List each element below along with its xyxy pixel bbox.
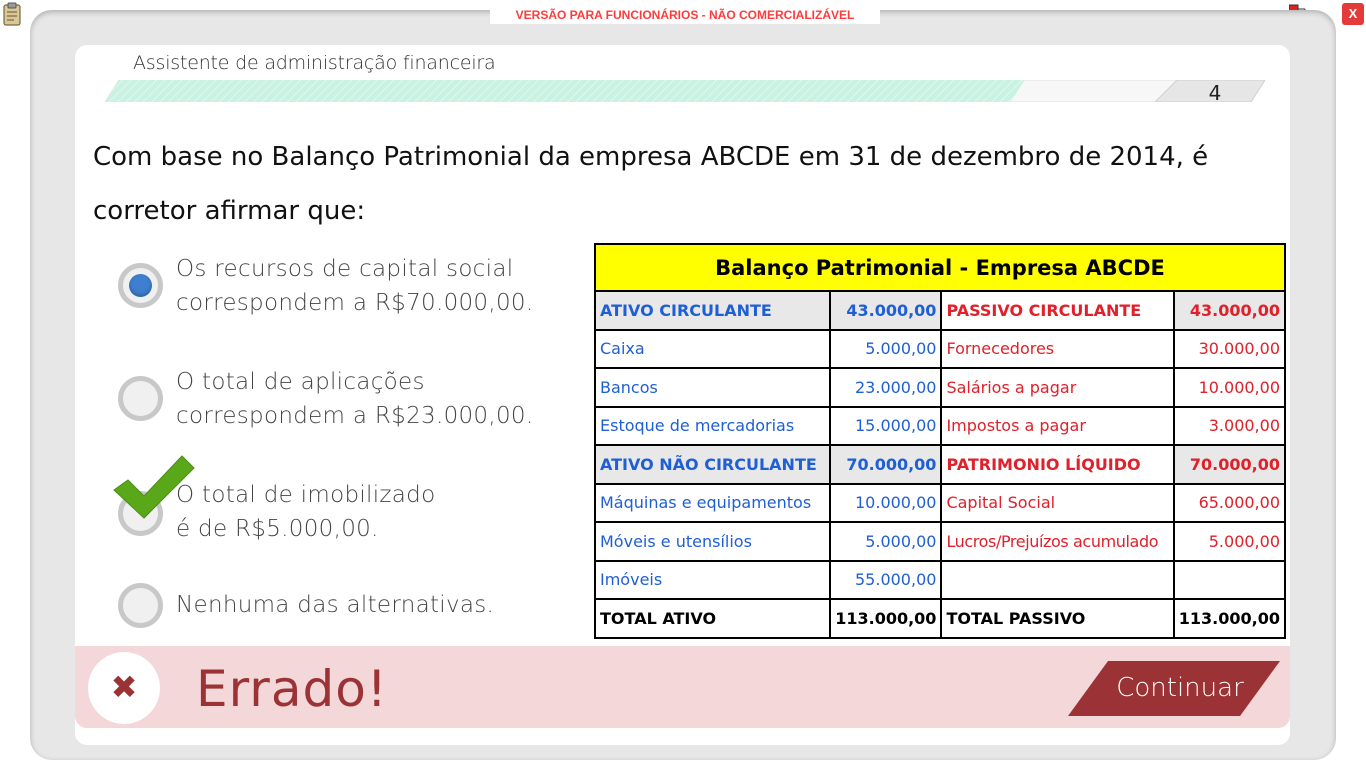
option-line-2: correspondem a R$70.000,00. <box>176 290 534 316</box>
asset-label: Imóveis <box>593 559 832 600</box>
option-line-1: Nenhuma das alternativas. <box>176 592 495 618</box>
option-line-1: Os recursos de capital social <box>176 256 514 282</box>
liability-label: PASSIVO CIRCULANTE <box>940 290 1175 331</box>
asset-label: ATIVO NÃO CIRCULANTE <box>593 444 832 485</box>
liability-value: 43.000,00 <box>1172 290 1287 331</box>
asset-label: Máquinas e equipamentos <box>593 482 832 523</box>
asset-total-value: 113.000,00 <box>829 598 943 639</box>
liability-label: Fornecedores <box>940 328 1175 369</box>
table-row: ATIVO CIRCULANTE 43.000,00 PASSIVO CIRCU… <box>593 290 1287 331</box>
asset-value: 10.000,00 <box>829 482 943 523</box>
option-line-1: O total de imobilizado <box>176 482 436 508</box>
liability-total-label: TOTAL PASSIVO <box>940 598 1175 639</box>
asset-value: 23.000,00 <box>829 367 943 408</box>
liability-value <box>1172 559 1287 600</box>
table-row: Móveis e utensílios 5.000,00 Lucros/Prej… <box>593 521 1287 562</box>
radio-button[interactable] <box>118 583 163 628</box>
question-text: Com base no Balanço Patrimonial da empre… <box>93 142 1209 226</box>
page-number: 4 <box>1208 81 1222 105</box>
close-button[interactable]: X <box>1342 3 1364 25</box>
asset-value: 15.000,00 <box>829 405 943 446</box>
option-text[interactable]: Os recursos de capital social correspond… <box>176 252 576 320</box>
table-title: Balanço Patrimonial - Empresa ABCDE <box>594 243 1286 292</box>
asset-label: Estoque de mercadorias <box>593 405 832 446</box>
option-1[interactable]: Os recursos de capital social correspond… <box>118 252 558 322</box>
liability-value: 3.000,00 <box>1172 405 1287 446</box>
course-title: Assistente de administração financeira <box>133 52 496 74</box>
option-line-2: é de R$5.000,00. <box>176 516 379 542</box>
table-row: Estoque de mercadorias 15.000,00 Imposto… <box>593 405 1287 446</box>
option-text[interactable]: O total de imobilizado é de R$5.000,00. <box>176 478 576 546</box>
liability-label: Salários a pagar <box>940 367 1175 408</box>
option-text[interactable]: O total de aplicações correspondem a R$2… <box>176 365 576 433</box>
table-row: Caixa 5.000,00 Fornecedores 30.000,00 <box>593 328 1287 369</box>
liability-label: Lucros/Prejuízos acumulado <box>940 521 1175 562</box>
option-line-1: O total de aplicações <box>176 369 425 395</box>
radio-button[interactable] <box>118 263 163 308</box>
liability-total-value: 113.000,00 <box>1172 598 1287 639</box>
option-text[interactable]: Nenhuma das alternativas. <box>176 588 576 622</box>
continue-button[interactable] <box>1068 661 1280 716</box>
liability-value: 30.000,00 <box>1172 328 1287 369</box>
watermark-banner: VERSÃO PARA FUNCIONÁRIOS - NÃO COMERCIAL… <box>490 6 880 24</box>
radio-button[interactable] <box>118 376 163 421</box>
asset-label: Bancos <box>593 367 832 408</box>
table-total-row: TOTAL ATIVO 113.000,00 TOTAL PASSIVO 113… <box>593 598 1287 639</box>
asset-value: 70.000,00 <box>829 444 943 485</box>
option-4[interactable]: Nenhuma das alternativas. <box>118 583 558 632</box>
asset-value: 43.000,00 <box>829 290 943 331</box>
feedback-result: Errado! <box>196 660 388 718</box>
liability-label: PATRIMONIO LÍQUIDO <box>940 444 1175 485</box>
liability-value: 70.000,00 <box>1172 444 1287 485</box>
table-row: Máquinas e equipamentos 10.000,00 Capita… <box>593 482 1287 523</box>
progress-fill <box>105 80 1025 102</box>
liability-label: Capital Social <box>940 482 1175 523</box>
table-title-row: Balanço Patrimonial - Empresa ABCDE <box>594 243 1286 292</box>
progress-bar <box>105 80 1265 102</box>
liability-value: 10.000,00 <box>1172 367 1287 408</box>
option-2[interactable]: O total de aplicações correspondem a R$2… <box>118 365 558 435</box>
clipboard-icon[interactable] <box>2 2 22 26</box>
table-row: ATIVO NÃO CIRCULANTE 70.000,00 PATRIMONI… <box>593 444 1287 485</box>
asset-label: Móveis e utensílios <box>593 521 832 562</box>
asset-total-label: TOTAL ATIVO <box>593 598 832 639</box>
liability-label: Impostos a pagar <box>940 405 1175 446</box>
wrong-icon: ✖ <box>88 652 160 724</box>
asset-value: 55.000,00 <box>829 559 943 600</box>
option-line-2: correspondem a R$23.000,00. <box>176 403 534 429</box>
liability-value: 65.000,00 <box>1172 482 1287 523</box>
asset-label: ATIVO CIRCULANTE <box>593 290 832 331</box>
liability-label <box>940 559 1175 600</box>
asset-value: 5.000,00 <box>829 521 943 562</box>
asset-label: Caixa <box>593 328 832 369</box>
asset-value: 5.000,00 <box>829 328 943 369</box>
table-row: Bancos 23.000,00 Salários a pagar 10.000… <box>593 367 1287 408</box>
checkmark-icon <box>113 455 195 519</box>
balance-sheet-table: Balanço Patrimonial - Empresa ABCDE ATIV… <box>593 243 1287 639</box>
table-row: Imóveis 55.000,00 <box>593 559 1287 600</box>
liability-value: 5.000,00 <box>1172 521 1287 562</box>
